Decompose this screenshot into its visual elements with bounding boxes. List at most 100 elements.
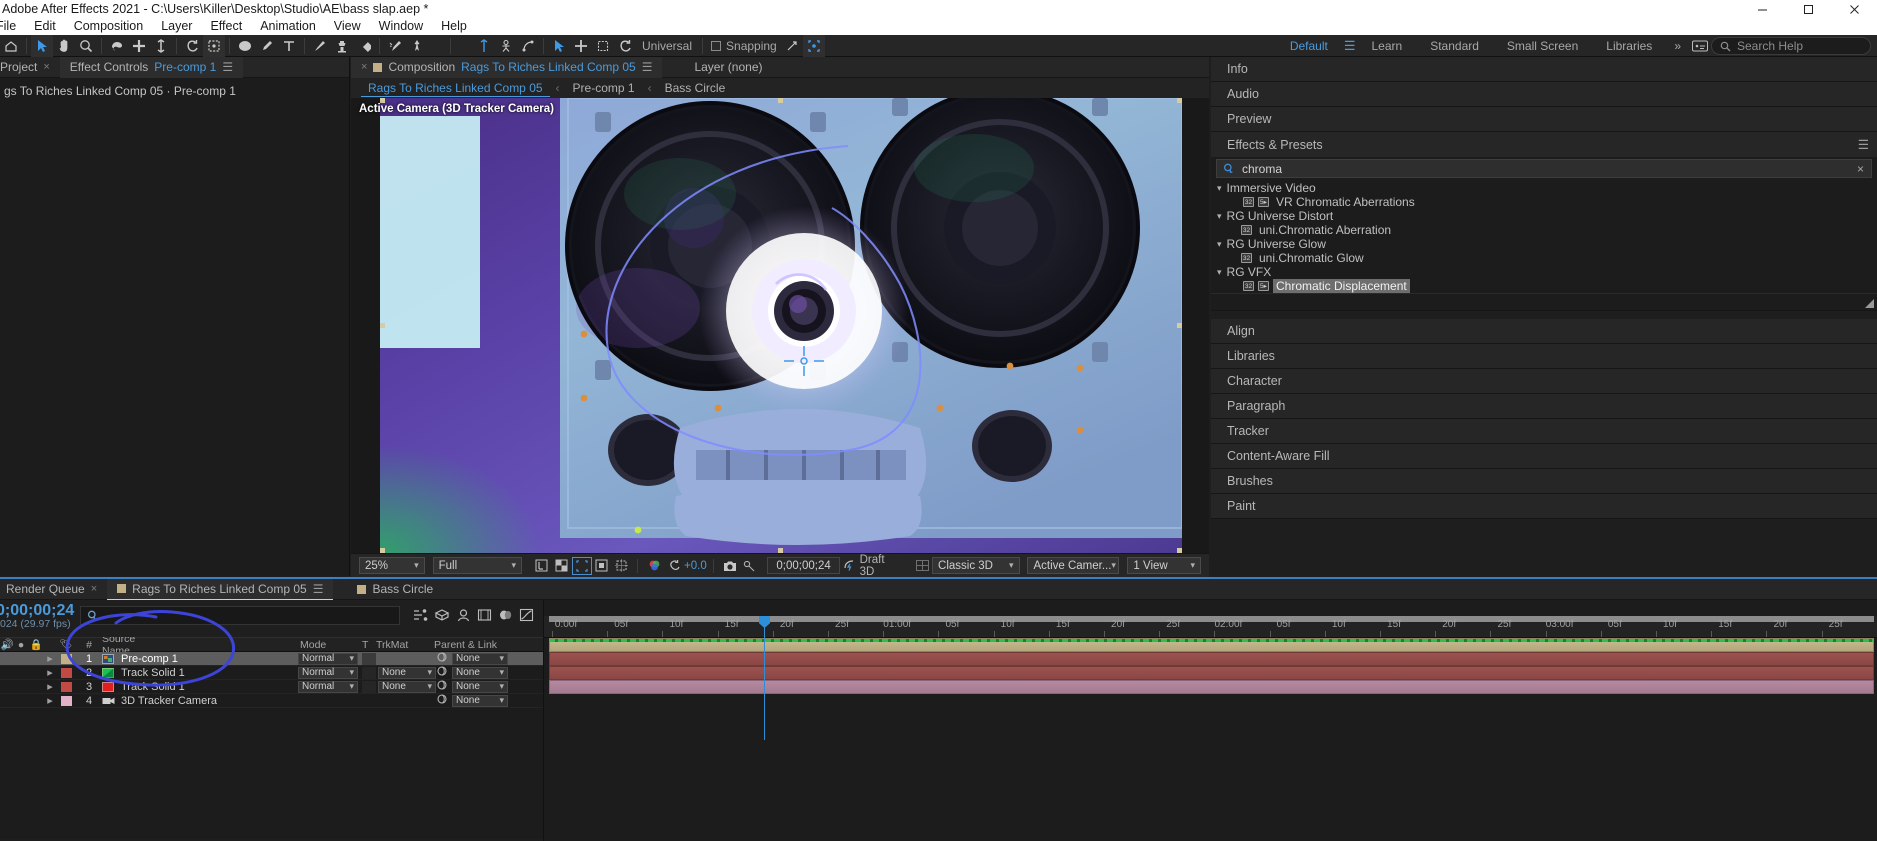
row-label-color[interactable] <box>60 667 72 678</box>
chevron-down-icon[interactable]: ▾ <box>1217 183 1222 194</box>
track-bar-solid-2[interactable] <box>549 666 1874 680</box>
close-icon[interactable]: × <box>361 61 367 73</box>
panel-content-aware-fill[interactable]: Content-Aware Fill <box>1211 444 1877 469</box>
panel-brushes[interactable]: Brushes <box>1211 469 1877 494</box>
views-select[interactable]: 1 View ▾ <box>1127 557 1201 574</box>
row-trkmat-select[interactable]: None ▾ <box>378 680 436 693</box>
timeline-search-input[interactable] <box>80 606 400 625</box>
mode-header[interactable]: Mode <box>300 639 326 651</box>
track-bar-solid-1[interactable] <box>549 652 1874 666</box>
draft-3d-label[interactable]: Draft 3D <box>860 554 913 578</box>
draft-3d-timeline-icon[interactable] <box>434 608 450 625</box>
panel-preview[interactable]: Preview <box>1211 107 1877 132</box>
rotation-alt-icon[interactable] <box>181 35 203 57</box>
solo-toggle-icon[interactable]: ● <box>14 639 28 651</box>
transparency-grid-icon[interactable] <box>552 557 572 575</box>
row-expand-icon[interactable]: ▸ <box>44 666 56 679</box>
tab-project[interactable]: Project × <box>0 57 60 78</box>
row-parent-pickwhip-icon[interactable] <box>436 665 448 680</box>
row-expand-icon[interactable]: ▸ <box>44 652 56 665</box>
frame-blending-icon[interactable] <box>477 608 492 625</box>
close-icon[interactable]: × <box>91 583 97 595</box>
show-snapshot-icon[interactable] <box>740 557 760 575</box>
scale-tool-icon[interactable] <box>592 35 614 57</box>
row-parent-select[interactable]: None ▾ <box>452 680 508 693</box>
effect-item-uni-chromatic-glow[interactable]: 32 uni.Chromatic Glow <box>1211 251 1877 265</box>
clone-stamp-tool-icon[interactable] <box>331 35 353 57</box>
align-tool-icon[interactable] <box>473 35 495 57</box>
timecode-display[interactable]: 0;00;00;24 024 (29.97 fps) <box>0 600 80 630</box>
timeline-ruler[interactable]: 0:00f 05f 10f 15f 20f 25f 01:00f 05f 10f 15f 20f 25… <box>544 616 1877 638</box>
toggle-mask-paths-icon[interactable] <box>592 557 612 575</box>
roto-brush-tool-icon[interactable] <box>384 35 406 57</box>
breadcrumb-item-2[interactable]: Bass Circle <box>658 80 733 96</box>
close-icon[interactable]: × <box>43 61 49 73</box>
panel-info[interactable]: Info <box>1211 57 1877 82</box>
tab-composition[interactable]: × Composition Rags To Riches Linked Comp… <box>351 56 663 78</box>
row-parent-select[interactable]: None ▾ <box>452 694 508 707</box>
effect-item-vr-chromatic-aberrations[interactable]: 32 5▸ VR Chromatic Aberrations <box>1211 195 1877 209</box>
row-expand-icon[interactable]: ▸ <box>44 680 56 693</box>
selection-handle-br[interactable] <box>1177 548 1182 553</box>
menu-item-effect[interactable]: Effect <box>201 18 251 35</box>
menu-item-help[interactable]: Help <box>432 18 476 35</box>
panel-menu-icon[interactable]: ☰ <box>222 60 233 74</box>
home-icon[interactable] <box>0 35 22 57</box>
hand-tool-icon[interactable] <box>53 35 75 57</box>
workspace-libraries[interactable]: Libraries <box>1592 39 1666 53</box>
selection-handle-tm[interactable] <box>778 98 783 103</box>
snap-region-icon[interactable] <box>802 34 825 57</box>
row-t-toggle[interactable] <box>362 652 376 665</box>
rotation-tool-icon[interactable] <box>106 35 128 57</box>
snapping-checkbox[interactable]: Snapping <box>707 39 781 53</box>
transform-tool-icon[interactable] <box>548 35 570 57</box>
pan-behind-tool-icon[interactable] <box>150 35 172 57</box>
row-label-color[interactable] <box>60 653 72 664</box>
menu-item-window[interactable]: Window <box>370 18 432 35</box>
draft-3d-icon[interactable] <box>840 557 860 575</box>
exposure-value[interactable]: +0.0 <box>684 560 707 572</box>
breadcrumb-item-0[interactable]: Rags To Riches Linked Comp 05 <box>361 80 550 97</box>
tab-render-queue[interactable]: Render Queue × <box>0 579 107 600</box>
row-t-toggle[interactable] <box>362 666 376 679</box>
move-tool-icon[interactable] <box>570 35 592 57</box>
menu-item-edit[interactable]: Edit <box>25 18 65 35</box>
effect-item-uni-chromatic-aberration[interactable]: 32 uni.Chromatic Aberration <box>1211 223 1877 237</box>
menu-item-file[interactable]: File <box>0 18 25 35</box>
workspace-standard[interactable]: Standard <box>1416 39 1493 53</box>
audio-toggle-icon[interactable]: 🔊 <box>0 638 14 651</box>
row-trkmat-select[interactable]: None ▾ <box>378 666 436 679</box>
panel-align[interactable]: Align <box>1211 319 1877 344</box>
motion-blur-icon[interactable] <box>498 608 513 625</box>
resolution-select[interactable]: Full ▾ <box>432 557 523 574</box>
panel-menu-icon[interactable]: ☰ <box>313 582 324 596</box>
selection-handle-mr[interactable] <box>1177 323 1182 328</box>
current-time-indicator-tracks[interactable] <box>764 616 765 740</box>
rigid-mask-icon[interactable] <box>495 35 517 57</box>
row-source-name[interactable]: 3D Tracker Camera <box>117 695 217 707</box>
workspace-overflow[interactable]: » <box>1666 39 1689 53</box>
effects-group-rg-universe-glow[interactable]: ▾ RG Universe Glow <box>1211 237 1877 251</box>
fast-previews-icon[interactable] <box>532 557 552 575</box>
breadcrumb-item-1[interactable]: Pre-comp 1 <box>566 80 642 96</box>
panel-tracker[interactable]: Tracker <box>1211 419 1877 444</box>
row-parent-pickwhip-icon[interactable] <box>436 679 448 694</box>
panel-menu-icon[interactable]: ☰ <box>642 60 653 74</box>
panel-character[interactable]: Character <box>1211 369 1877 394</box>
tab-effect-controls[interactable]: Effect Controls Pre-comp 1 ☰ <box>59 56 244 78</box>
effects-group-immersive-video[interactable]: ▾ Immersive Video <box>1211 181 1877 195</box>
row-parent-pickwhip-icon[interactable] <box>436 651 448 666</box>
rotate-tool-icon[interactable] <box>614 35 636 57</box>
row-t-toggle[interactable] <box>362 680 376 693</box>
effects-group-rg-vfx[interactable]: ▾ RG VFX <box>1211 265 1877 279</box>
snap-arrow-icon[interactable] <box>781 35 803 57</box>
selection-handle-ml[interactable] <box>380 323 385 328</box>
row-parent-pickwhip-icon[interactable] <box>436 693 448 708</box>
region-of-interest-button[interactable] <box>571 556 592 575</box>
composition-viewer[interactable]: Active Camera (3D Tracker Camera) <box>351 98 1209 553</box>
camera-select[interactable]: Active Camer... ▾ <box>1027 557 1120 574</box>
pen-tool-icon[interactable] <box>256 35 278 57</box>
lock-toggle-icon[interactable]: 🔒 <box>28 638 44 651</box>
selection-handle-tr[interactable] <box>1177 98 1182 103</box>
trkmat-header[interactable]: TrkMat <box>376 639 408 651</box>
